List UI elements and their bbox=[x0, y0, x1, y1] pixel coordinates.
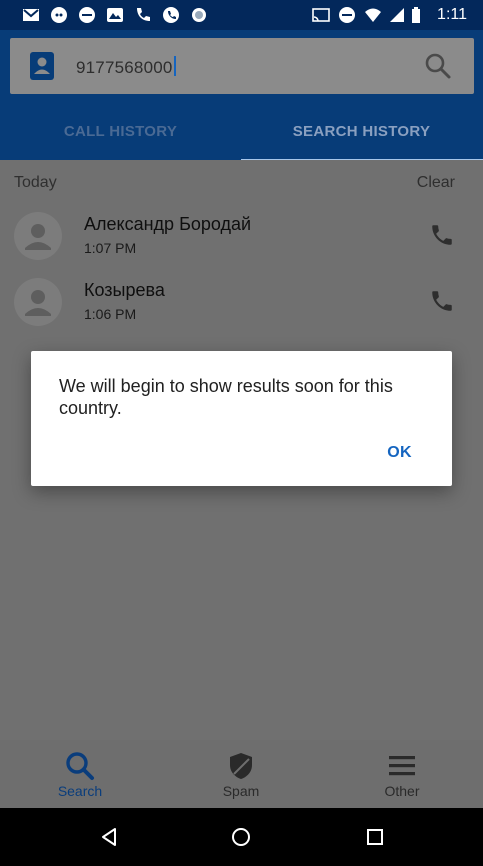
cast-icon bbox=[312, 8, 330, 22]
mountain-icon bbox=[107, 8, 123, 22]
menu-icon bbox=[389, 756, 415, 776]
messenger-icon bbox=[79, 7, 95, 23]
recents-icon[interactable] bbox=[364, 826, 386, 848]
signal-icon bbox=[390, 8, 404, 22]
nav-other[interactable]: Other bbox=[322, 740, 482, 808]
shield-icon bbox=[230, 753, 252, 779]
avatar bbox=[14, 278, 62, 326]
clear-button[interactable]: Clear bbox=[417, 174, 455, 192]
gmail-icon bbox=[23, 9, 39, 21]
ok-button[interactable]: OK bbox=[387, 444, 412, 462]
home-icon[interactable] bbox=[230, 826, 252, 848]
wechat-icon bbox=[51, 7, 67, 23]
section-header: Today bbox=[14, 174, 57, 191]
wifi-icon bbox=[365, 8, 381, 22]
status-time: 1:11 bbox=[437, 6, 467, 23]
contact-name: Александр Бородай bbox=[84, 214, 252, 234]
search-icon bbox=[66, 752, 94, 780]
contact-card-icon[interactable] bbox=[28, 51, 56, 81]
battery-icon bbox=[412, 7, 420, 23]
bottom-navigation: Search Spam Other bbox=[0, 740, 483, 808]
phone-id-icon bbox=[137, 8, 150, 21]
nav-spam[interactable]: Spam bbox=[161, 740, 321, 808]
tab-search-history[interactable]: SEARCH HISTORY bbox=[241, 102, 482, 160]
nav-other-label: Other bbox=[384, 783, 420, 799]
nav-spam-label: Spam bbox=[222, 783, 260, 799]
nav-search-label: Search bbox=[57, 783, 103, 799]
person-icon bbox=[25, 290, 51, 316]
search-icon[interactable] bbox=[424, 52, 452, 80]
do-not-disturb-icon bbox=[339, 7, 355, 23]
call-icon[interactable] bbox=[429, 288, 455, 314]
dialog-message: We will begin to show results soon for t… bbox=[59, 376, 393, 418]
list-item[interactable]: Козырева 1:06 PM bbox=[0, 272, 483, 338]
status-bar: 1:11 bbox=[0, 0, 483, 30]
circle-icon bbox=[192, 8, 206, 22]
list-item[interactable]: Александр Бородай 1:07 PM bbox=[0, 206, 483, 272]
search-input[interactable]: 9177568000 bbox=[76, 56, 176, 78]
tab-bar: CALL HISTORY SEARCH HISTORY bbox=[0, 102, 483, 162]
nav-search[interactable]: Search bbox=[0, 740, 160, 808]
person-icon bbox=[25, 224, 51, 250]
phone-icon bbox=[163, 7, 179, 23]
search-box[interactable]: 9177568000 bbox=[10, 38, 474, 94]
system-navigation-bar bbox=[0, 808, 483, 866]
search-time: 1:06 PM bbox=[84, 306, 137, 322]
call-icon[interactable] bbox=[429, 222, 455, 248]
back-icon[interactable] bbox=[98, 826, 120, 848]
text-cursor bbox=[173, 56, 176, 76]
info-dialog: We will begin to show results soon for t… bbox=[31, 351, 452, 486]
tab-call-history[interactable]: CALL HISTORY bbox=[0, 102, 241, 160]
contact-name: Козырева bbox=[84, 280, 165, 300]
avatar bbox=[14, 212, 62, 260]
search-input-value: 9177568000 bbox=[76, 58, 173, 77]
search-time: 1:07 PM bbox=[84, 240, 137, 256]
app-header: 9177568000 CALL HISTORY SEARCH HISTORY bbox=[0, 30, 483, 162]
